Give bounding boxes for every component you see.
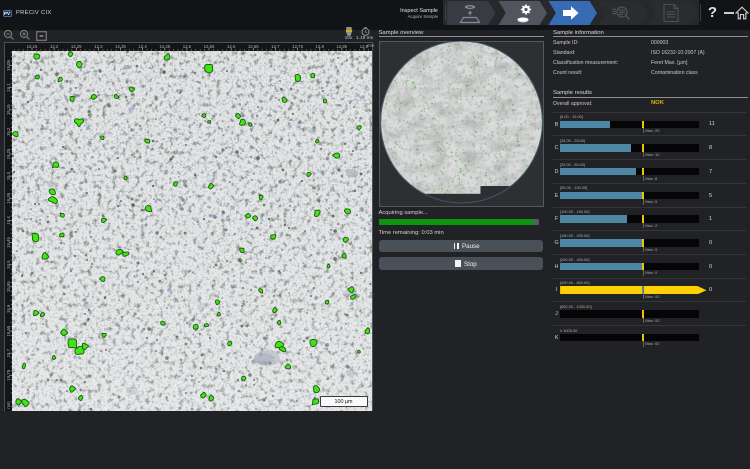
svg-text:mm: mm <box>6 401 11 409</box>
